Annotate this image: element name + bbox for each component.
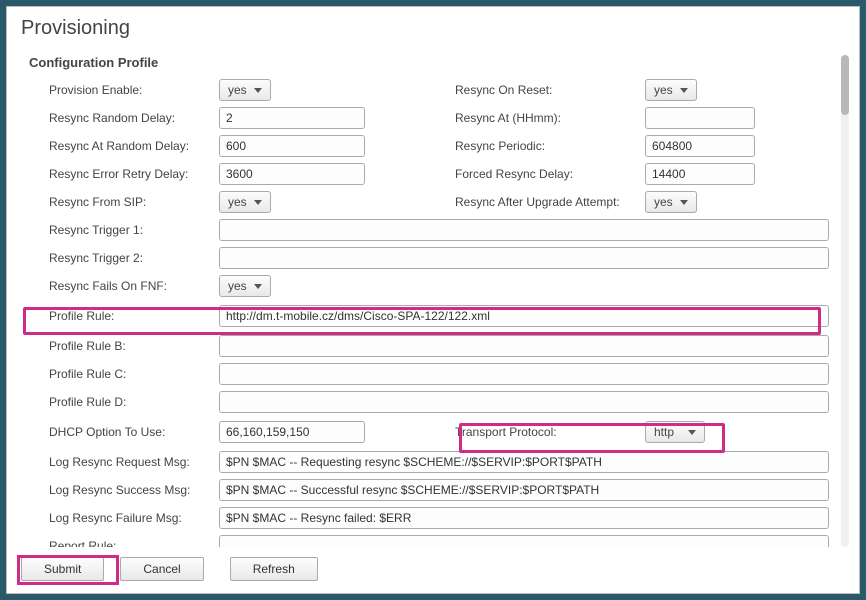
label-dhcp-option: DHCP Option To Use: — [49, 425, 219, 439]
button-bar: Submit Cancel Refresh — [21, 557, 318, 581]
form-body: Provision Enable: yes Resync On Reset: y… — [21, 76, 833, 547]
select-value: yes — [228, 83, 248, 97]
row-resync-trigger-2: Resync Trigger 2: — [49, 244, 829, 272]
select-value: yes — [228, 195, 248, 209]
app-window: Provisioning Configuration Profile Provi… — [0, 0, 866, 600]
section-header: Configuration Profile — [21, 51, 833, 76]
select-resync-fails-on-fnf[interactable]: yes — [219, 275, 271, 297]
chevron-down-icon — [680, 88, 688, 93]
row-resync-error-retry: Resync Error Retry Delay: Forced Resync … — [49, 160, 829, 188]
scrollbar-track — [841, 55, 849, 547]
select-provision-enable[interactable]: yes — [219, 79, 271, 101]
chevron-down-icon — [688, 430, 696, 435]
label-log-req: Log Resync Request Msg: — [49, 455, 219, 469]
chevron-down-icon — [680, 200, 688, 205]
input-profile-rule-c[interactable] — [219, 363, 829, 385]
input-resync-random-delay[interactable] — [219, 107, 365, 129]
input-dhcp-option[interactable] — [219, 421, 365, 443]
label-resync-from-sip: Resync From SIP: — [49, 195, 219, 209]
row-resync-trigger-1: Resync Trigger 1: — [49, 216, 829, 244]
input-resync-trigger-2[interactable] — [219, 247, 829, 269]
input-log-req[interactable] — [219, 451, 829, 473]
row-resync-from-sip: Resync From SIP: yes Resync After Upgrad… — [49, 188, 829, 216]
input-profile-rule-d[interactable] — [219, 391, 829, 413]
label-log-succ: Log Resync Success Msg: — [49, 483, 219, 497]
input-log-fail[interactable] — [219, 507, 829, 529]
label-resync-random-delay: Resync Random Delay: — [49, 111, 219, 125]
input-profile-rule[interactable] — [219, 305, 829, 327]
refresh-button[interactable]: Refresh — [230, 557, 318, 581]
label-resync-periodic: Resync Periodic: — [455, 139, 645, 153]
label-resync-trigger-2: Resync Trigger 2: — [49, 251, 219, 265]
select-resync-from-sip[interactable]: yes — [219, 191, 271, 213]
input-resync-at[interactable] — [645, 107, 755, 129]
submit-button[interactable]: Submit — [21, 557, 104, 581]
select-resync-on-reset[interactable]: yes — [645, 79, 697, 101]
input-profile-rule-b[interactable] — [219, 335, 829, 357]
input-resync-at-random-delay[interactable] — [219, 135, 365, 157]
row-log-req: Log Resync Request Msg: — [49, 448, 829, 476]
row-profile-rule-b: Profile Rule B: — [49, 332, 829, 360]
label-profile-rule: Profile Rule: — [49, 309, 219, 323]
row-resync-fails-on-fnf: Resync Fails On FNF: yes — [49, 272, 829, 300]
select-value: yes — [228, 279, 248, 293]
chevron-down-icon — [254, 284, 262, 289]
row-profile-rule-c: Profile Rule C: — [49, 360, 829, 388]
input-log-succ[interactable] — [219, 479, 829, 501]
input-forced-resync-delay[interactable] — [645, 163, 755, 185]
label-resync-fails-on-fnf: Resync Fails On FNF: — [49, 279, 219, 293]
label-resync-at-random-delay: Resync At Random Delay: — [49, 139, 219, 153]
row-log-succ: Log Resync Success Msg: — [49, 476, 829, 504]
label-forced-resync-delay: Forced Resync Delay: — [455, 167, 645, 181]
row-profile-rule-d: Profile Rule D: — [49, 388, 829, 416]
select-value: yes — [654, 195, 674, 209]
chevron-down-icon — [254, 88, 262, 93]
row-log-fail: Log Resync Failure Msg: — [49, 504, 829, 532]
row-provision-enable: Provision Enable: yes Resync On Reset: y… — [49, 76, 829, 104]
content-area: Configuration Profile Provision Enable: … — [21, 51, 833, 547]
input-resync-periodic[interactable] — [645, 135, 755, 157]
row-resync-at-random-delay: Resync At Random Delay: Resync Periodic: — [49, 132, 829, 160]
label-provision-enable: Provision Enable: — [49, 83, 219, 97]
page-title: Provisioning — [7, 7, 859, 40]
select-value: http — [654, 425, 682, 439]
label-profile-rule-d: Profile Rule D: — [49, 395, 219, 409]
scrollbar[interactable] — [841, 55, 849, 547]
input-resync-trigger-1[interactable] — [219, 219, 829, 241]
label-log-fail: Log Resync Failure Msg: — [49, 511, 219, 525]
row-resync-random-delay: Resync Random Delay: Resync At (HHmm): — [49, 104, 829, 132]
row-report-rule: Report Rule: — [49, 532, 829, 547]
label-resync-error-retry: Resync Error Retry Delay: — [49, 167, 219, 181]
input-resync-error-retry[interactable] — [219, 163, 365, 185]
row-profile-rule: Profile Rule: — [49, 302, 829, 330]
cancel-button[interactable]: Cancel — [120, 557, 203, 581]
label-resync-on-reset: Resync On Reset: — [455, 83, 645, 97]
label-profile-rule-c: Profile Rule C: — [49, 367, 219, 381]
label-resync-after-upgrade: Resync After Upgrade Attempt: — [455, 195, 645, 209]
chevron-down-icon — [254, 200, 262, 205]
label-report-rule: Report Rule: — [49, 539, 219, 547]
select-value: yes — [654, 83, 674, 97]
input-report-rule[interactable] — [219, 535, 829, 547]
label-profile-rule-b: Profile Rule B: — [49, 339, 219, 353]
label-resync-trigger-1: Resync Trigger 1: — [49, 223, 219, 237]
main-panel: Provisioning Configuration Profile Provi… — [6, 6, 860, 594]
label-transport-protocol: Transport Protocol: — [455, 425, 645, 439]
row-dhcp-transport: DHCP Option To Use: Transport Protocol: … — [49, 418, 829, 446]
label-resync-at: Resync At (HHmm): — [455, 111, 645, 125]
scrollbar-thumb[interactable] — [841, 55, 849, 115]
select-transport-protocol[interactable]: http — [645, 421, 705, 443]
select-resync-after-upgrade[interactable]: yes — [645, 191, 697, 213]
